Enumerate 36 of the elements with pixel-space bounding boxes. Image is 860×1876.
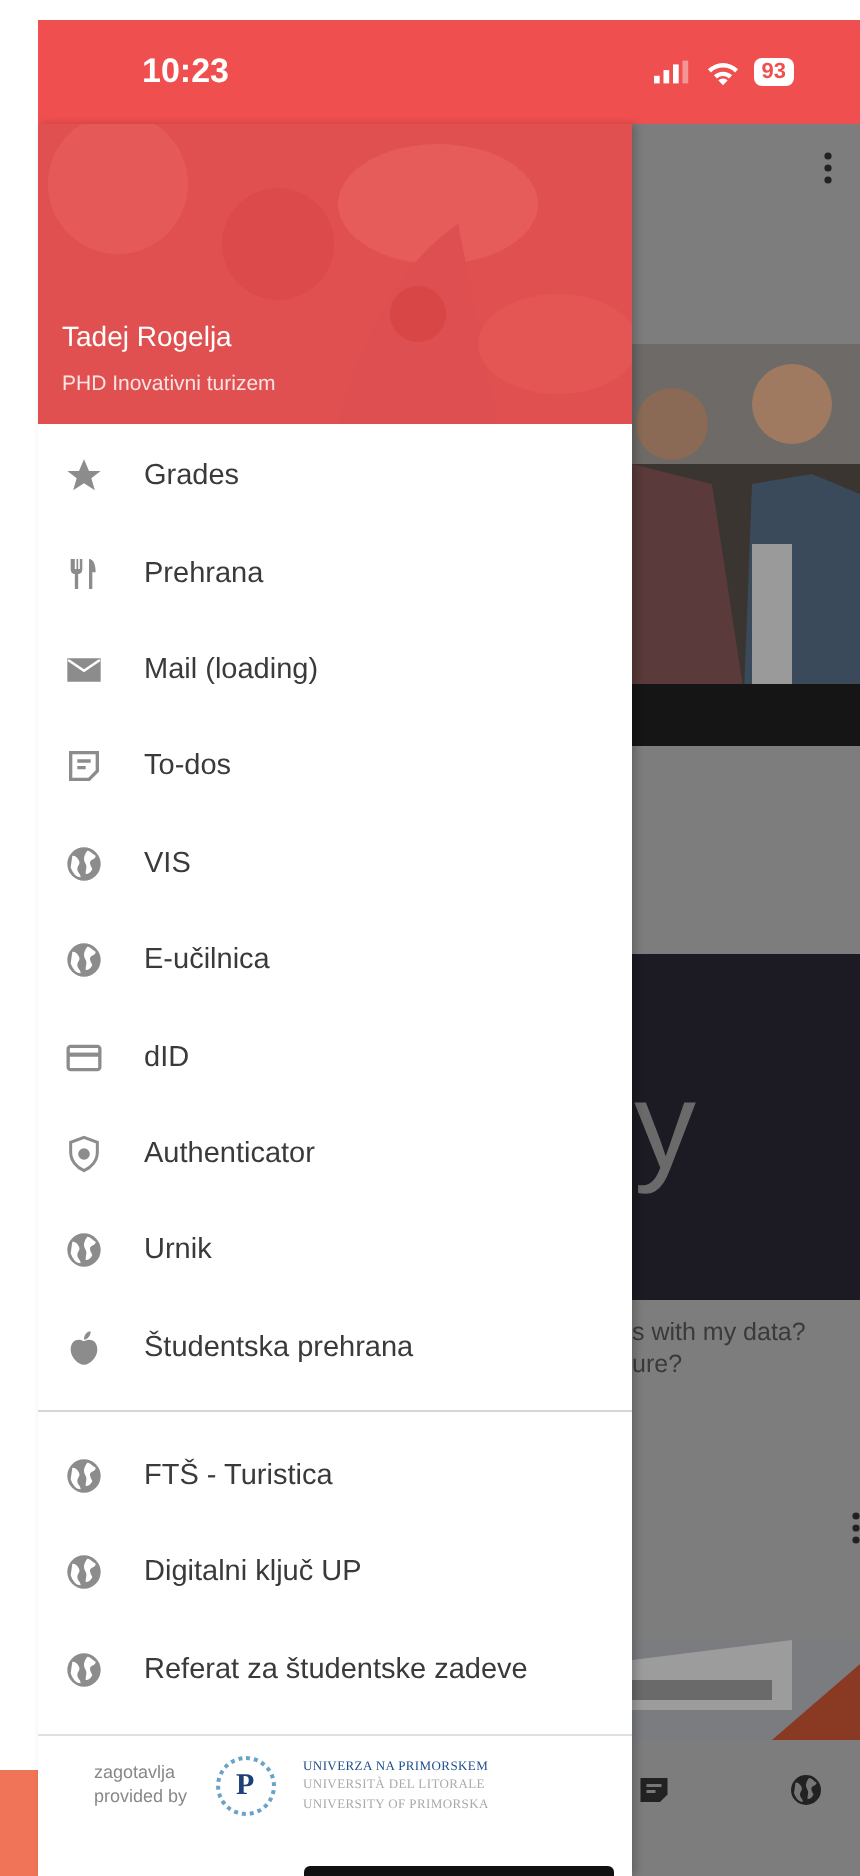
menu-item[interactable]: Digitalni ključ UP xyxy=(38,1524,632,1622)
wifi-icon xyxy=(705,59,740,85)
menu-item[interactable]: Prehrana xyxy=(38,524,632,622)
note-icon[interactable] xyxy=(636,1772,672,1808)
globe-icon xyxy=(64,843,104,884)
university-logo-mark: P xyxy=(215,1756,276,1817)
menu-item[interactable]: VIS xyxy=(38,815,632,912)
edge-strip xyxy=(0,1770,38,1876)
more-icon[interactable] xyxy=(852,1512,860,1544)
globe-icon xyxy=(64,940,104,981)
menu-item[interactable]: Authenticator xyxy=(38,1105,632,1203)
menu-item[interactable]: Grades xyxy=(38,428,632,525)
globe-icon xyxy=(64,1552,104,1593)
shield-icon xyxy=(64,1133,104,1174)
menu-item[interactable]: Študentska prehrana xyxy=(38,1299,632,1396)
more-icon[interactable] xyxy=(824,152,832,184)
menu-item[interactable]: E-učilnica xyxy=(38,911,632,1009)
menu-item[interactable]: To-dos xyxy=(38,718,632,816)
battery-level: 93 xyxy=(753,58,794,86)
globe-icon xyxy=(64,1649,104,1690)
clock-time: 10:23 xyxy=(142,52,229,92)
globe-icon xyxy=(64,1230,104,1271)
question-text: s with my data? xyxy=(632,1316,808,1348)
signal-icon xyxy=(653,60,692,84)
provided-by-text: zagotavlja xyxy=(94,1762,178,1787)
provided-by-text: provided by xyxy=(94,1786,188,1810)
question-text: ure? xyxy=(632,1348,685,1380)
note-icon xyxy=(64,746,104,787)
globe-icon xyxy=(64,1456,104,1497)
menu-item[interactable]: dID xyxy=(38,1008,632,1106)
menu-item[interactable]: Urnik xyxy=(38,1202,632,1300)
globe-icon[interactable] xyxy=(788,1772,824,1808)
menu-item[interactable]: FTŠ - Turistica xyxy=(38,1427,632,1525)
headline-fragment: y xyxy=(634,1065,696,1189)
menu-item[interactable]: Referat za študentske zadeve xyxy=(38,1621,632,1719)
menu-item[interactable]: Mail (loading) xyxy=(38,621,632,719)
